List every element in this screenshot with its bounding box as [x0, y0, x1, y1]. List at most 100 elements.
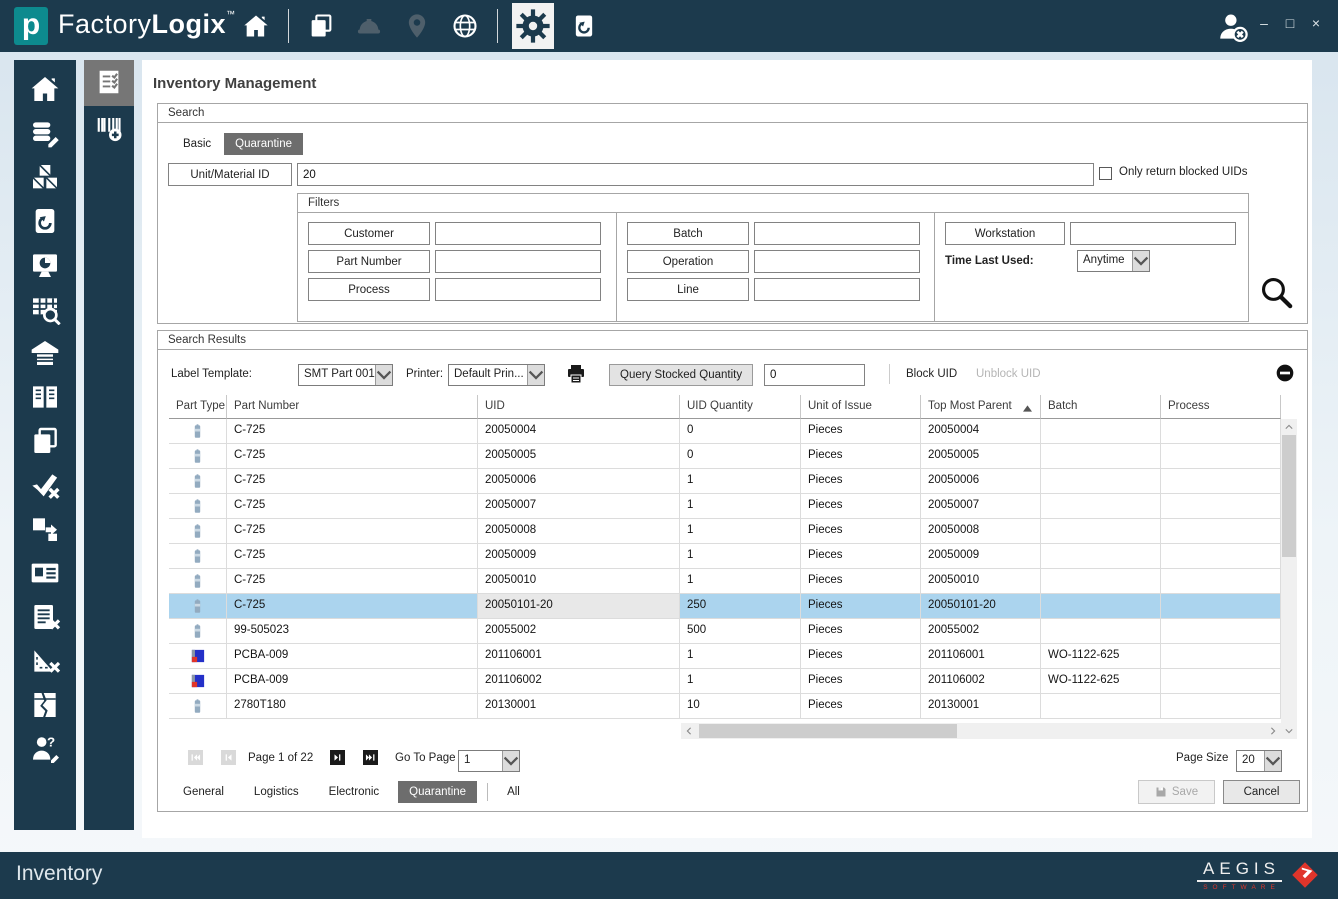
time-last-used-select[interactable]: Anytime — [1077, 250, 1150, 272]
part-number-button[interactable]: Part Number — [308, 250, 430, 273]
operation-input[interactable] — [754, 250, 920, 273]
table-row[interactable]: C-72520050101-20250Pieces20050101-20 — [169, 594, 1281, 619]
sidebar-item-verify[interactable] — [14, 464, 76, 508]
category-tab-logistics[interactable]: Logistics — [243, 781, 310, 803]
scroll-left-icon[interactable] — [681, 723, 697, 739]
cell-part-number: 2780T180 — [227, 694, 478, 719]
print-icon[interactable] — [564, 362, 588, 386]
location-pin-icon[interactable] — [402, 11, 432, 41]
label-template-select[interactable]: SMT Part 001 — [298, 364, 393, 386]
line-input[interactable] — [754, 278, 920, 301]
globe-icon[interactable] — [450, 11, 480, 41]
inventory-edit-icon — [29, 117, 61, 152]
column-header-part-type[interactable]: Part Type — [169, 395, 227, 419]
category-tab-general[interactable]: General — [172, 781, 235, 803]
maximize-button[interactable]: □ — [1282, 15, 1298, 31]
column-header-top-most-parent[interactable]: Top Most Parent — [921, 395, 1041, 419]
only-blocked-checkbox[interactable] — [1099, 167, 1112, 180]
line-button[interactable]: Line — [627, 278, 749, 301]
column-header-part-number[interactable]: Part Number — [227, 395, 478, 419]
cancel-button[interactable]: Cancel — [1223, 780, 1300, 804]
sidebar-item-table-search[interactable] — [14, 288, 76, 332]
sidebar-item-damaged-box[interactable] — [14, 684, 76, 728]
search-tab-quarantine[interactable]: Quarantine — [224, 133, 303, 155]
printer-select[interactable]: Default Prin... — [448, 364, 545, 386]
sidebar-item-documents[interactable] — [14, 420, 76, 464]
sidebar-item-id-card[interactable] — [14, 552, 76, 596]
operation-button[interactable]: Operation — [627, 250, 749, 273]
batch-input[interactable] — [754, 222, 920, 245]
stocked-quantity-input[interactable] — [764, 364, 865, 386]
table-row[interactable]: 2780T1802013000110Pieces20130001 — [169, 694, 1281, 719]
home-icon[interactable] — [241, 11, 271, 41]
category-tab-quarantine[interactable]: Quarantine — [398, 781, 477, 803]
minimize-button[interactable]: – — [1256, 15, 1272, 31]
table-row[interactable]: C-725200500061Pieces20050006 — [169, 469, 1281, 494]
table-row[interactable]: C-725200500081Pieces20050008 — [169, 519, 1281, 544]
table-row[interactable]: C-725200500071Pieces20050007 — [169, 494, 1281, 519]
sidebar-item-restore[interactable] — [14, 200, 76, 244]
column-header-unit-of-issue[interactable]: Unit of Issue — [801, 395, 921, 419]
table-row[interactable]: C-725200500050Pieces20050005 — [169, 444, 1281, 469]
goto-page-select[interactable]: 1 — [458, 750, 520, 772]
customer-input[interactable] — [435, 222, 601, 245]
table-row[interactable]: C-725200500040Pieces20050004 — [169, 419, 1281, 444]
column-header-uid[interactable]: UID — [478, 395, 680, 419]
table-row[interactable]: C-725200500101Pieces20050010 — [169, 569, 1281, 594]
block-uid-button[interactable]: Block UID — [906, 368, 957, 380]
scroll-down-icon[interactable] — [1281, 723, 1297, 739]
workstation-button[interactable]: Workstation — [945, 222, 1065, 245]
sidebar-item-home[interactable] — [14, 68, 76, 112]
unit-material-id-input[interactable] — [297, 163, 1094, 186]
documents-icon[interactable] — [306, 11, 336, 41]
sidebar-item-book[interactable] — [14, 376, 76, 420]
restore-icon[interactable] — [569, 11, 599, 41]
horizontal-scroll-thumb[interactable] — [699, 724, 957, 738]
process-button[interactable]: Process — [308, 278, 430, 301]
block-icon[interactable] — [1275, 363, 1295, 383]
sidebar-item-pallet[interactable] — [14, 156, 76, 200]
category-tab-all[interactable]: All — [496, 781, 531, 803]
query-stocked-quantity-button[interactable]: Query Stocked Quantity — [609, 364, 753, 386]
next-page-button[interactable] — [330, 750, 345, 765]
table-row[interactable]: PCBA-0092011060021Pieces201106002WO-1122… — [169, 669, 1281, 694]
last-page-button[interactable] — [363, 750, 378, 765]
horizontal-scrollbar[interactable] — [681, 723, 1281, 739]
search-tab-basic[interactable]: Basic — [172, 133, 222, 155]
batch-button[interactable]: Batch — [627, 222, 749, 245]
vertical-scroll-thumb[interactable] — [1282, 435, 1296, 557]
process-input[interactable] — [435, 278, 601, 301]
hardhat-icon[interactable] — [354, 11, 384, 41]
sidebar-item-measure-remove[interactable] — [14, 640, 76, 684]
column-header-process[interactable]: Process — [1161, 395, 1281, 419]
sidebar-item-dashboard[interactable] — [14, 244, 76, 288]
sidebar-item-transfer[interactable] — [14, 508, 76, 552]
part-number-input[interactable] — [435, 250, 601, 273]
cell-unit: Pieces — [801, 594, 921, 619]
page-size-select[interactable]: 20 — [1236, 750, 1282, 772]
scroll-right-icon[interactable] — [1265, 723, 1281, 739]
table-row[interactable]: PCBA-0092011060011Pieces201106001WO-1122… — [169, 644, 1281, 669]
scroll-up-icon[interactable] — [1281, 419, 1297, 435]
unit-material-id-button[interactable]: Unit/Material ID — [168, 163, 292, 186]
sidebar-item-inventory-edit[interactable] — [14, 112, 76, 156]
gear-icon[interactable] — [512, 3, 554, 49]
table-row[interactable]: 99-50502320055002500Pieces20055002 — [169, 619, 1281, 644]
column-header-uid-quantity[interactable]: UID Quantity — [680, 395, 801, 419]
search-icon[interactable] — [1260, 276, 1294, 310]
customer-button[interactable]: Customer — [308, 222, 430, 245]
close-button[interactable]: × — [1308, 15, 1324, 31]
cell-parent: 20050010 — [921, 569, 1041, 594]
sidebar-item-warehouse[interactable] — [14, 332, 76, 376]
results-table-body: C-725200500040Pieces20050004C-7252005000… — [169, 419, 1281, 719]
subbar-item-inventory-checklist[interactable] — [84, 60, 134, 106]
table-row[interactable]: C-725200500091Pieces20050009 — [169, 544, 1281, 569]
sidebar-item-operator-question[interactable]: ? — [14, 728, 76, 772]
workstation-input[interactable] — [1070, 222, 1236, 245]
category-tab-electronic[interactable]: Electronic — [318, 781, 391, 803]
subbar-item-barcode-add[interactable] — [84, 106, 134, 152]
sidebar-item-checklist-remove[interactable] — [14, 596, 76, 640]
column-header-batch[interactable]: Batch — [1041, 395, 1161, 419]
user-logout-icon[interactable] — [1216, 11, 1250, 43]
vertical-scrollbar[interactable] — [1281, 419, 1297, 739]
